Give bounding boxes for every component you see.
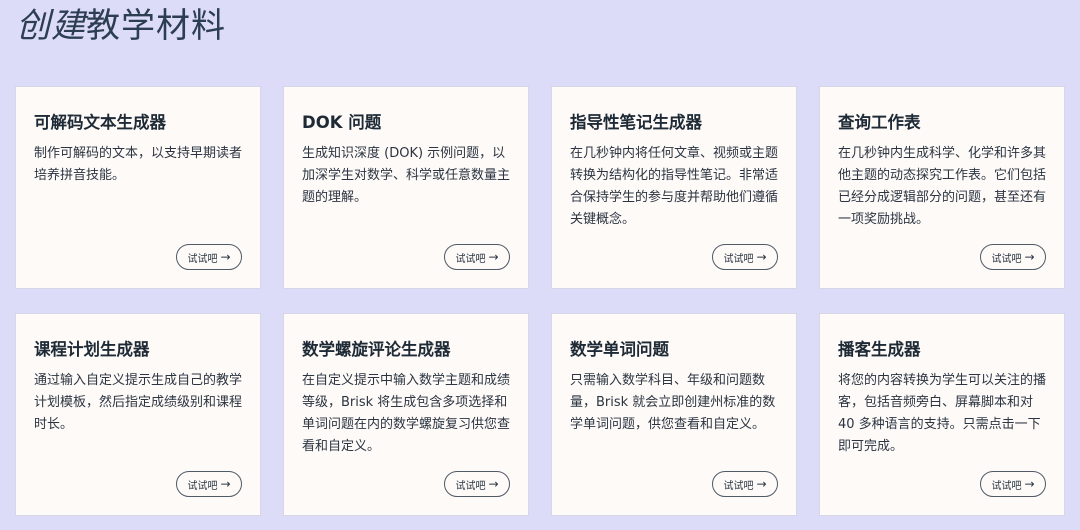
card-title: 课程计划生成器	[34, 340, 150, 359]
card-description: 在几秒钟内生成科学、化学和许多其他主题的动态探究工作表。它们包括已经分成逻辑部分…	[838, 146, 1047, 227]
card-description: 通过输入自定义提示生成自己的教学计划模板，然后指定成绩级别和课程时长。	[34, 373, 243, 432]
card-title: 播客生成器	[838, 340, 921, 359]
card-description: 只需输入数学科目、年级和问题数量，Brisk 就会立即创建州标准的数学单词问题，…	[570, 373, 776, 432]
try-button-label: 试试吧	[187, 480, 218, 492]
page-title-italic: 创建	[16, 6, 86, 46]
try-button[interactable]: 试试吧 →	[712, 244, 778, 270]
arrow-right-icon: →	[488, 477, 499, 491]
arrow-right-icon: →	[1024, 250, 1035, 264]
try-button[interactable]: 试试吧 →	[712, 471, 778, 497]
tool-card-podcast: 播客生成器 将您的内容转换为学生可以关注的播客，包括音频旁白、屏幕脚本和对 40…	[819, 313, 1065, 516]
card-description: 将您的内容转换为学生可以关注的播客，包括音频旁白、屏幕脚本和对 40 多种语言的…	[838, 373, 1047, 454]
card-description: 在几秒钟内将任何文章、视频或主题转换为结构化的指导性笔记。非常适合保持学生的参与…	[570, 146, 779, 227]
tool-card-decodable-text: 可解码文本生成器 制作可解码的文本，以支持早期读者培养拼音技能。 试试吧 →	[15, 86, 261, 289]
try-button[interactable]: 试试吧 →	[444, 244, 510, 270]
tool-card-math-spiral-review: 数学螺旋评论生成器 在自定义提示中输入数学主题和成绩等级，Brisk 将生成包含…	[283, 313, 529, 516]
try-button[interactable]: 试试吧 →	[176, 244, 242, 270]
tool-card-inquiry-worksheet: 查询工作表 在几秒钟内生成科学、化学和许多其他主题的动态探究工作表。它们包括已经…	[819, 86, 1065, 289]
arrow-right-icon: →	[756, 250, 767, 264]
card-title: 可解码文本生成器	[34, 113, 166, 132]
try-button-label: 试试吧	[455, 253, 486, 265]
tool-card-lesson-plan: 课程计划生成器 通过输入自定义提示生成自己的教学计划模板，然后指定成绩级别和课程…	[15, 313, 261, 516]
try-button[interactable]: 试试吧 →	[980, 244, 1046, 270]
tool-card-guided-notes: 指导性笔记生成器 在几秒钟内将任何文章、视频或主题转换为结构化的指导性笔记。非常…	[551, 86, 797, 289]
arrow-right-icon: →	[488, 250, 499, 264]
page-title: 创建教学材料	[16, 4, 226, 48]
try-button-label: 试试吧	[187, 253, 218, 265]
tool-card-dok-questions: DOK 问题 生成知识深度 (DOK) 示例问题，以加深学生对数学、科学或任意数…	[283, 86, 529, 289]
card-title: 查询工作表	[838, 113, 921, 132]
page-title-rest: 教学材料	[86, 6, 226, 46]
card-description: 制作可解码的文本，以支持早期读者培养拼音技能。	[34, 146, 243, 183]
arrow-right-icon: →	[1024, 477, 1035, 491]
try-button[interactable]: 试试吧 →	[980, 471, 1046, 497]
tool-card-math-word-problems: 数学单词问题 只需输入数学科目、年级和问题数量，Brisk 就会立即创建州标准的…	[551, 313, 797, 516]
try-button-label: 试试吧	[723, 480, 754, 492]
page: 创建教学材料 可解码文本生成器 制作可解码的文本，以支持早期读者培养拼音技能。 …	[0, 0, 1080, 530]
try-button-label: 试试吧	[723, 253, 754, 265]
try-button[interactable]: 试试吧 →	[176, 471, 242, 497]
arrow-right-icon: →	[756, 477, 767, 491]
try-button-label: 试试吧	[991, 480, 1022, 492]
try-button-label: 试试吧	[455, 480, 486, 492]
card-description: 生成知识深度 (DOK) 示例问题，以加深学生对数学、科学或任意数量主题的理解。	[302, 146, 511, 205]
card-title: 指导性笔记生成器	[570, 113, 702, 132]
try-button[interactable]: 试试吧 →	[444, 471, 510, 497]
tool-card-grid: 可解码文本生成器 制作可解码的文本，以支持早期读者培养拼音技能。 试试吧 → DO…	[15, 86, 1065, 516]
card-title: DOK 问题	[302, 113, 382, 132]
arrow-right-icon: →	[220, 477, 231, 491]
arrow-right-icon: →	[220, 250, 231, 264]
card-title: 数学单词问题	[570, 340, 669, 359]
try-button-label: 试试吧	[991, 253, 1022, 265]
card-description: 在自定义提示中输入数学主题和成绩等级，Brisk 将生成包含多项选择和单词问题在…	[302, 373, 511, 454]
card-title: 数学螺旋评论生成器	[302, 340, 451, 359]
